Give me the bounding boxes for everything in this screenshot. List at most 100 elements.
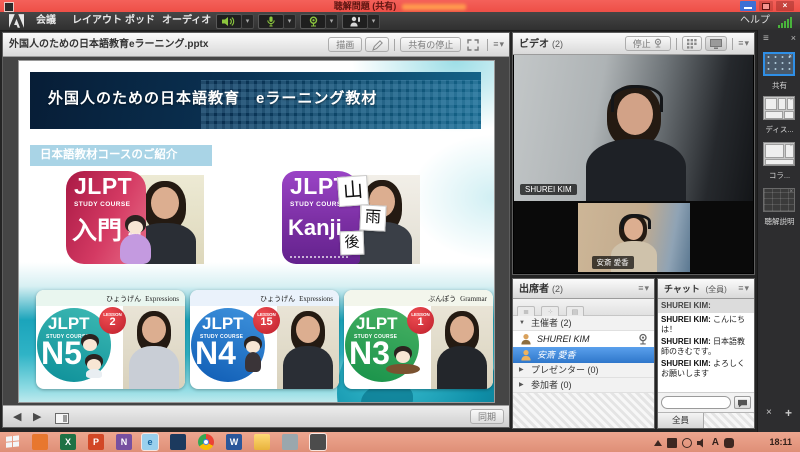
card-category: ぶんぽうGrammar <box>344 290 493 306</box>
slide-intro-label: 日本語教材コースのご紹介 <box>30 145 212 166</box>
taskbar-app-office-icon[interactable] <box>32 434 48 450</box>
taskbar-app-word-icon[interactable]: W <box>226 434 242 450</box>
sync-button[interactable]: 同期 <box>470 409 504 424</box>
grid-view-button[interactable] <box>682 36 702 51</box>
webcam-dropdown[interactable]: ▾ <box>325 14 338 29</box>
taskbar-app-connect-active-icon[interactable] <box>310 434 326 450</box>
attendees-pod-menu[interactable]: ≡▾ <box>638 283 650 294</box>
taskbar-app-powerpoint-icon[interactable]: P <box>88 434 104 450</box>
chat-send-button[interactable] <box>734 396 751 409</box>
chat-input[interactable] <box>661 396 731 409</box>
cartoon-character <box>80 334 100 354</box>
chat-pod-menu[interactable]: ≡▾ <box>738 283 750 294</box>
tray-show-hidden-icon[interactable] <box>654 440 662 446</box>
webcam-button[interactable] <box>300 14 326 29</box>
attendees-toolbar: ≣ ⁘ ▤ <box>513 299 654 316</box>
attendee-row[interactable]: SHUREI KIM <box>513 331 654 347</box>
status-dropdown[interactable]: ▾ <box>367 14 380 29</box>
layout-thumb-discussion[interactable]: × <box>763 96 795 120</box>
previous-slide-button[interactable]: ◀ <box>13 406 21 428</box>
layout-add-icon[interactable]: + <box>785 406 792 420</box>
menu-help[interactable]: ヘルプ <box>740 12 770 30</box>
presenter-photo <box>123 306 185 389</box>
fullscreen-button[interactable] <box>464 39 482 51</box>
menu-pods[interactable]: ポッド <box>125 12 155 30</box>
tray-app-icon[interactable] <box>667 438 677 448</box>
attendees-pod: 出席者(2) ≡▾ ≣ ⁘ ▤ ▼ 主催者 (2) SHUREI KIM 安斎 … <box>512 278 655 429</box>
layout-thumb-share[interactable]: × <box>763 52 795 76</box>
group-hosts[interactable]: ▼ 主催者 (2) <box>513 316 654 331</box>
slide-title: 外国人のための日本語教育 eラーニング教材 <box>48 87 377 108</box>
card-category: ひょうげんExpressions <box>36 290 185 306</box>
share-pod-menu[interactable]: ≡▾ <box>493 39 505 50</box>
layouts-close-icon[interactable]: × <box>791 33 796 43</box>
cartoon-character <box>118 215 152 264</box>
webcam-icon <box>653 38 663 48</box>
microphone-dropdown[interactable]: ▾ <box>283 14 296 29</box>
menu-meeting[interactable]: 会議 <box>36 12 56 30</box>
layouts-menu-icon[interactable]: ≡ <box>763 33 769 44</box>
chat-message: SHUREI KIM: 日本語教師のきむです。 <box>658 335 754 357</box>
course-card-n4: ひょうげんExpressions JLPT STUDY COURSE N4 LE… <box>190 290 339 389</box>
speaker-icon <box>222 16 236 27</box>
layout-thumb-collaboration[interactable]: × <box>763 142 795 166</box>
chat-message: SHUREI KIM: <box>658 299 754 313</box>
chat-messages: SHUREI KIM: SHUREI KIM: こんにちは！ SHUREI KI… <box>658 299 754 392</box>
redacted-text <box>402 4 466 10</box>
taskbar-app-ie-icon[interactable]: e <box>142 434 158 450</box>
tray-volume-icon[interactable] <box>697 438 707 448</box>
layout-label: 聴解説明 <box>758 216 800 227</box>
chat-input-row <box>658 392 754 412</box>
share-pod-header: 外国人のための日本語教育eラーニング.pptx 描画 共有の停止 ≡▾ <box>3 33 509 57</box>
taskbar-app-dark-icon[interactable] <box>170 434 186 450</box>
speaker-dropdown[interactable]: ▾ <box>241 14 254 29</box>
tray-network-icon[interactable] <box>682 438 692 448</box>
close-button[interactable]: × <box>776 1 794 11</box>
minimize-button[interactable] <box>740 1 756 11</box>
taskbar-app-chrome-icon[interactable] <box>198 434 214 450</box>
pointer-button[interactable] <box>365 37 389 52</box>
chat-pod-title: チャット <box>664 284 700 294</box>
taskbar-app-onenote-icon[interactable]: N <box>116 434 132 450</box>
course-card-n3: ぶんぽうGrammar JLPT STUDY COURSE N3 LESSON … <box>344 290 493 389</box>
layout-delete-icon[interactable]: × <box>766 407 772 418</box>
menu-layout[interactable]: レイアウト <box>72 12 122 30</box>
taskbar-clock[interactable]: 18:11 <box>769 432 792 452</box>
speaker-button[interactable] <box>216 14 242 29</box>
filmstrip-view-button[interactable] <box>705 36 727 51</box>
stop-webcam-button[interactable]: 停止 <box>625 36 672 51</box>
start-button[interactable] <box>6 435 20 448</box>
next-slide-button[interactable]: ▶ <box>33 406 41 428</box>
secondary-video-feed: 安斎 愛香 <box>578 203 690 272</box>
connection-signal-icon <box>778 17 792 28</box>
cartoon-character <box>242 336 264 374</box>
stop-sharing-button[interactable]: 共有の停止 <box>400 37 461 52</box>
presenter-photo <box>431 306 493 389</box>
group-participants[interactable]: ▶ 参加者 (0) <box>513 378 654 393</box>
collapsed-icon: ▶ <box>519 363 524 378</box>
menu-audio[interactable]: オーディオ <box>162 12 211 30</box>
video-pod-menu[interactable]: ≡▾ <box>738 38 750 49</box>
taskbar-app-media-icon[interactable] <box>282 434 298 450</box>
layout-thumb-custom[interactable]: × <box>763 188 795 212</box>
sidebar-toggle-button[interactable] <box>55 413 69 424</box>
microphone-button[interactable] <box>258 14 284 29</box>
draw-button[interactable]: 描画 <box>328 37 362 52</box>
attendee-row-selected[interactable]: 安斎 愛香 <box>513 347 654 363</box>
chat-message: SHUREI KIM: よろしくお願いします <box>658 357 754 379</box>
taskbar-file-explorer-icon[interactable] <box>254 434 270 450</box>
group-presenters[interactable]: ▶ プレゼンター (0) <box>513 363 654 378</box>
status-button[interactable] <box>342 14 368 29</box>
chat-bubble-icon <box>737 399 748 408</box>
taskbar-app-excel-icon[interactable]: X <box>60 434 76 450</box>
layout-label: 共有 <box>758 80 800 91</box>
layout-label: コラ... <box>758 170 800 181</box>
tray-action-center-icon[interactable] <box>724 438 734 448</box>
secondary-video-nametag: 安斎 愛香 <box>592 256 634 269</box>
tray-ime-indicator[interactable]: A <box>712 437 719 448</box>
attendees-count: (2) <box>552 284 563 294</box>
chat-tab-everyone[interactable]: 全員 <box>658 413 704 428</box>
kanji-tile: 後 <box>340 231 365 256</box>
restore-button[interactable] <box>759 1 773 11</box>
cartoon-character <box>386 346 420 376</box>
